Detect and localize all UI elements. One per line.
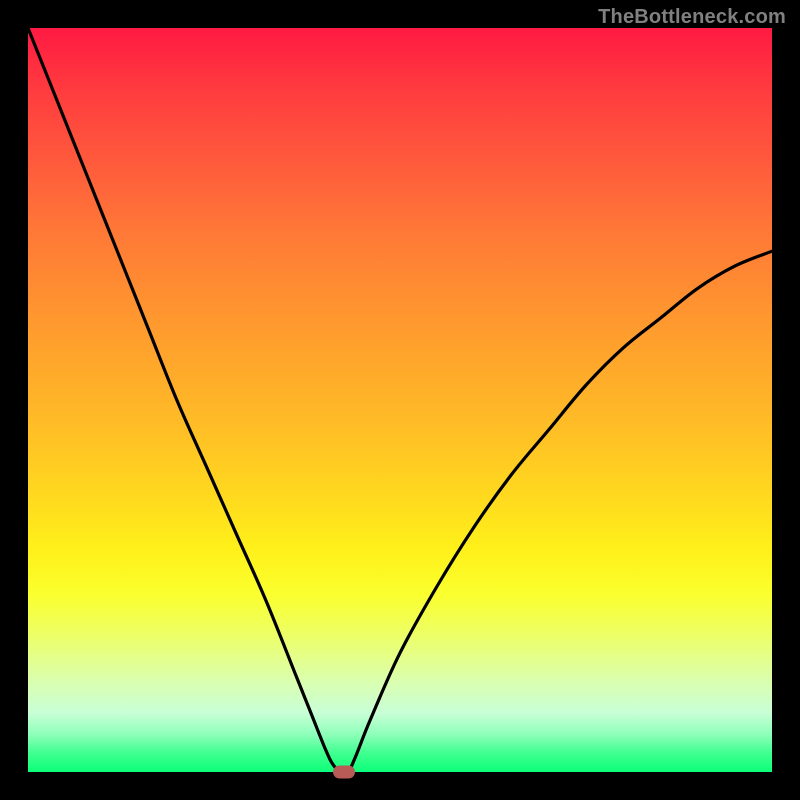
plot-area — [28, 28, 772, 772]
optimal-marker — [333, 766, 355, 779]
watermark-text: TheBottleneck.com — [598, 6, 786, 29]
bottleneck-curve — [28, 28, 772, 772]
chart-frame: TheBottleneck.com — [0, 0, 800, 800]
